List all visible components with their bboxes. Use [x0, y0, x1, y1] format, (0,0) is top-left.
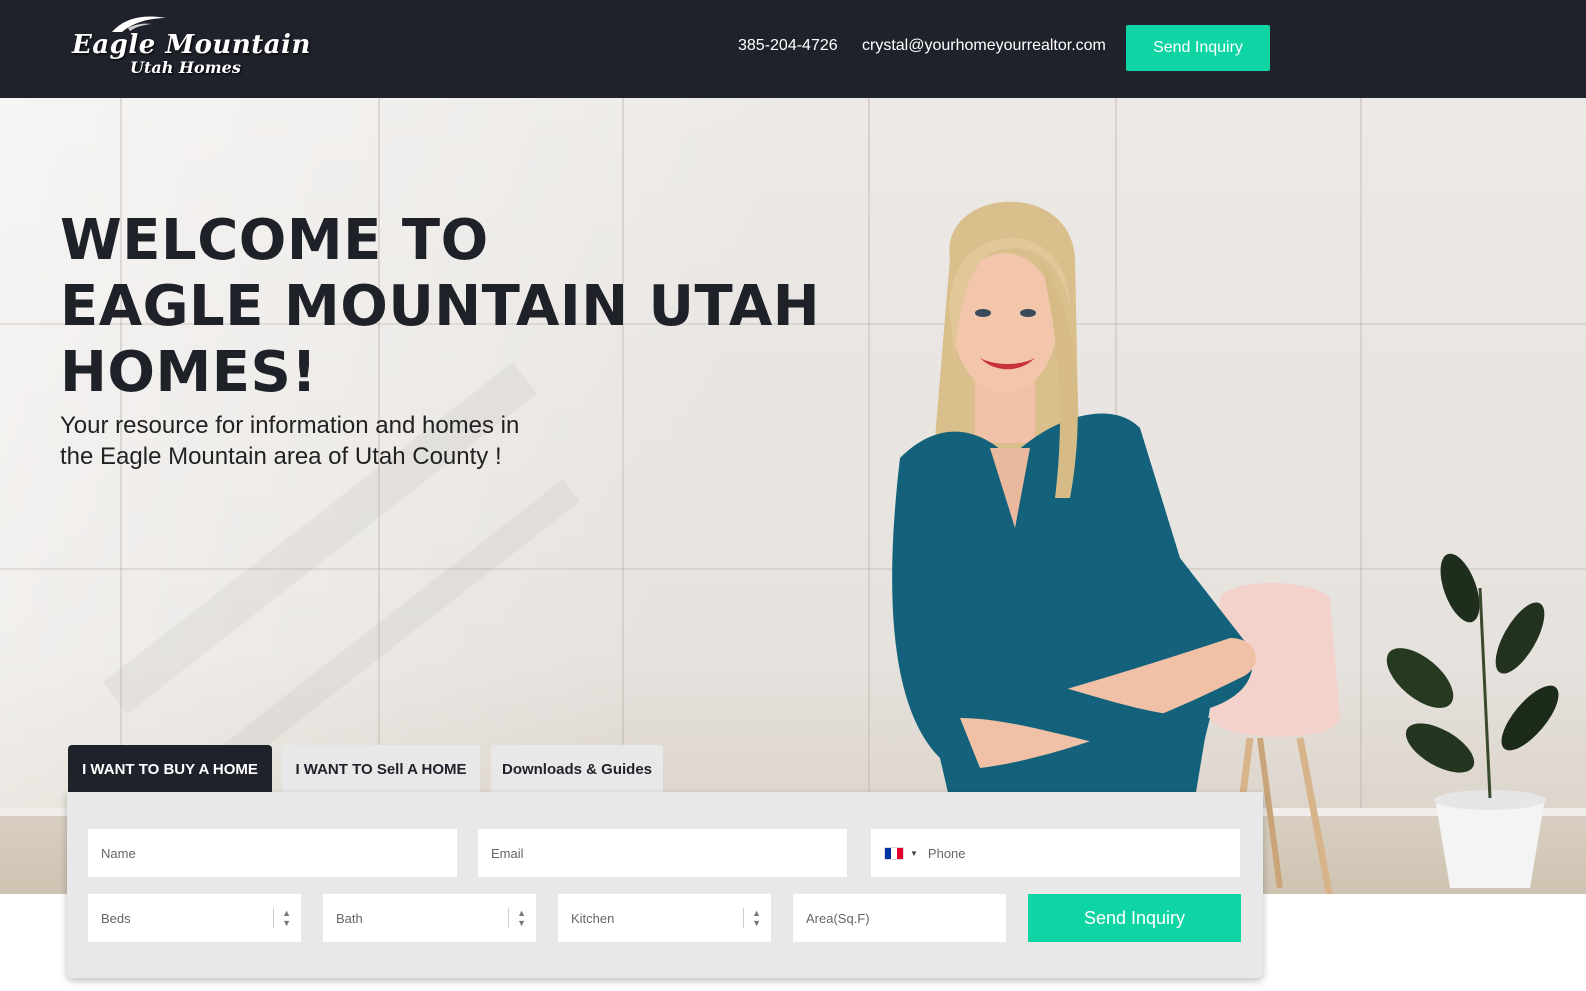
- tab-sell-home[interactable]: I WANT TO Sell A HOME: [282, 745, 480, 793]
- kitchen-placeholder: Kitchen: [571, 910, 615, 926]
- logo-subtitle: Utah Homes: [130, 58, 241, 77]
- hero-title-line: WELCOME TO: [60, 208, 489, 273]
- select-arrows-icon: ▲ ▼: [743, 908, 761, 928]
- hero-subtitle-line: Your resource for information and homes …: [60, 412, 520, 439]
- plant-image: [1386, 553, 1559, 888]
- hero-title-line: HOMES!: [60, 340, 318, 405]
- select-arrows-icon: ▲ ▼: [273, 908, 291, 928]
- wall-shadow: [200, 479, 580, 785]
- hero-title-line: EAGLE MOUNTAIN UTAH: [60, 274, 821, 339]
- select-arrows-icon: ▲ ▼: [508, 908, 526, 928]
- kitchen-select[interactable]: Kitchen ▲ ▼: [558, 894, 771, 942]
- inquiry-form: Name Email ▼ Phone Beds ▲ ▼ Bath ▲ ▼ Kitch…: [67, 792, 1263, 978]
- email-field[interactable]: Email: [478, 829, 847, 877]
- site-header: Eagle Mountain Utah Homes 385-204-4726 c…: [0, 0, 1586, 98]
- site-logo[interactable]: Eagle Mountain Utah Homes: [72, 14, 310, 80]
- wall-tile-line: [622, 98, 624, 818]
- hero-subtitle: Your resource for information and homes …: [60, 410, 580, 472]
- beds-select[interactable]: Beds ▲ ▼: [88, 894, 301, 942]
- hero-title: WELCOME TO EAGLE MOUNTAIN UTAH HOMES!: [60, 208, 820, 406]
- area-field[interactable]: Area(Sq.F): [793, 894, 1006, 942]
- wall-tile-line: [1360, 98, 1362, 818]
- header-phone-link[interactable]: 385-204-4726: [738, 37, 838, 55]
- wall-tile-line: [868, 98, 870, 818]
- flag-france-icon[interactable]: [884, 846, 904, 860]
- header-email-link[interactable]: crystal@yourhomeyourrealtor.com: [862, 37, 1106, 55]
- chevron-down-icon[interactable]: ▼: [910, 849, 918, 858]
- realtor-portrait-image: [892, 201, 1257, 888]
- area-placeholder: Area(Sq.F): [806, 910, 870, 926]
- tab-downloads-guides[interactable]: Downloads & Guides: [491, 745, 663, 793]
- name-field[interactable]: Name: [88, 829, 457, 877]
- logo-title: Eagle Mountain: [72, 30, 311, 60]
- phone-field[interactable]: ▼ Phone: [871, 829, 1240, 877]
- tab-buy-home[interactable]: I WANT TO BUY A HOME: [68, 745, 272, 793]
- name-placeholder: Name: [101, 845, 136, 861]
- beds-placeholder: Beds: [101, 910, 131, 926]
- bath-placeholder: Bath: [336, 910, 363, 926]
- phone-placeholder: Phone: [927, 845, 966, 861]
- header-send-inquiry-button[interactable]: Send Inquiry: [1126, 25, 1270, 71]
- form-send-inquiry-button[interactable]: Send Inquiry: [1028, 894, 1241, 942]
- email-placeholder: Email: [491, 845, 524, 861]
- hero-subtitle-line: the Eagle Mountain area of Utah County !: [60, 443, 502, 470]
- bath-select[interactable]: Bath ▲ ▼: [323, 894, 536, 942]
